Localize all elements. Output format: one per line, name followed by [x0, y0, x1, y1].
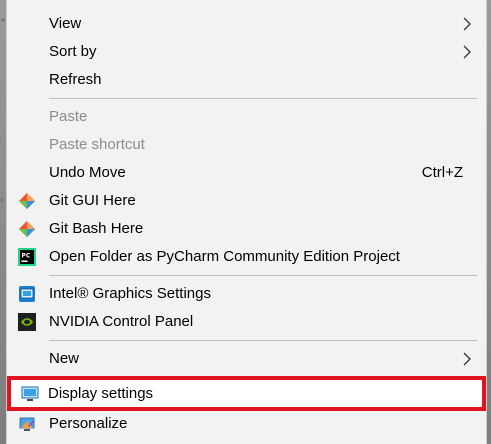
chevron-right-icon — [463, 17, 471, 31]
menu-item-shortcut: Ctrl+Z — [421, 164, 463, 181]
menu-item-display-settings[interactable]: Display settings — [7, 376, 486, 411]
menu-item-label: Refresh — [49, 71, 102, 88]
menu-separator — [49, 275, 477, 276]
menu-item-label: Personalize — [49, 415, 128, 432]
chevron-right-icon — [463, 352, 471, 366]
nvidia-icon — [18, 313, 36, 331]
menu-item-paste-shortcut[interactable]: Paste shortcut — [7, 131, 486, 159]
menu-item-label: Paste shortcut — [49, 136, 145, 153]
menu-separator — [49, 340, 477, 341]
menu-item-label: Open Folder as PyCharm Community Edition… — [49, 248, 400, 265]
menu-item-label: Undo Move — [49, 164, 126, 181]
menu-separator — [49, 98, 477, 99]
menu-item-new[interactable]: New — [7, 345, 486, 373]
menu-item-refresh[interactable]: Refresh — [7, 66, 486, 94]
menu-item-git-bash[interactable]: Git Bash Here — [7, 215, 486, 243]
git-gui-icon — [19, 193, 35, 209]
display-icon — [21, 386, 39, 401]
svg-text:PC: PC — [22, 253, 31, 260]
menu-item-label: Git GUI Here — [49, 192, 136, 209]
menu-item-label: NVIDIA Control Panel — [49, 313, 194, 330]
menu-item-label: Display settings — [48, 385, 154, 402]
menu-item-label: New — [49, 350, 80, 367]
menu-item-label: Paste — [49, 108, 88, 125]
personalize-icon — [19, 417, 35, 431]
chevron-right-icon — [463, 45, 471, 59]
menu-item-label: Git Bash Here — [49, 220, 144, 237]
git-bash-icon — [19, 221, 35, 237]
menu-item-nvidia-control-panel[interactable]: NVIDIA Control Panel — [7, 308, 486, 336]
menu-item-sort-by[interactable]: Sort by — [7, 38, 486, 66]
menu-item-open-pycharm[interactable]: PC Open Folder as PyCharm Community Edit… — [7, 243, 486, 271]
menu-item-label: Sort by — [49, 43, 97, 60]
menu-item-label: Intel® Graphics Settings — [49, 285, 211, 302]
menu-item-label: View — [49, 15, 82, 32]
menu-item-intel-graphics[interactable]: Intel® Graphics Settings — [7, 280, 486, 308]
pycharm-icon: PC — [18, 248, 36, 266]
menu-item-paste[interactable]: Paste — [7, 103, 486, 131]
menu-item-git-gui[interactable]: Git GUI Here — [7, 187, 486, 215]
menu-item-personalize[interactable]: Personalize — [7, 410, 486, 438]
menu-item-undo-move[interactable]: Undo Move Ctrl+Z — [7, 159, 486, 187]
intel-graphics-icon — [19, 286, 35, 302]
menu-item-view[interactable]: View — [7, 10, 486, 38]
